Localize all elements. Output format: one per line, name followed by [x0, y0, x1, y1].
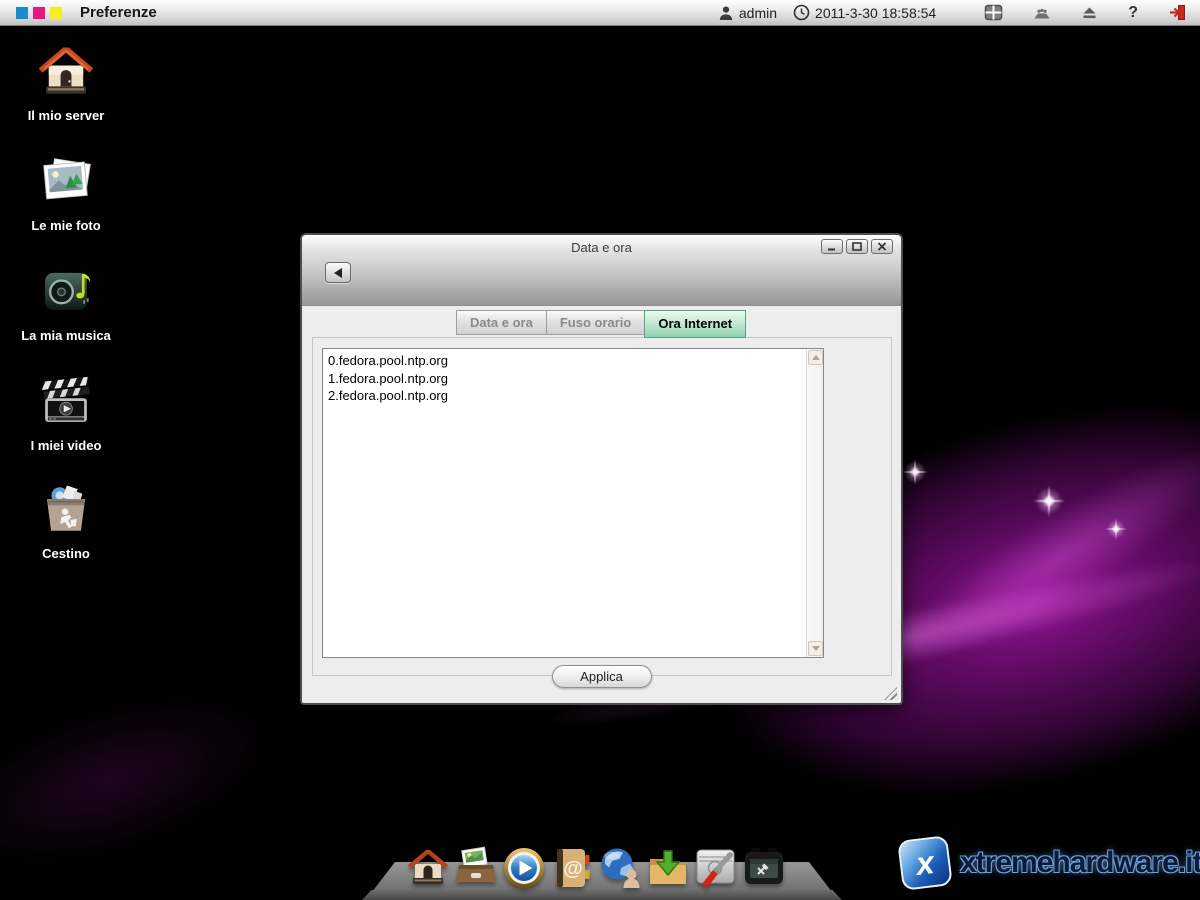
desktop-icon-label: Il mio server: [27, 108, 105, 123]
dock-backup-tools-icon[interactable]: [742, 846, 786, 890]
apply-button[interactable]: Applica: [551, 665, 652, 688]
tab-ora-internet[interactable]: Ora Internet: [644, 310, 747, 338]
desktop-icon-label: Cestino: [42, 546, 90, 561]
dock-toggle-button[interactable]: [1033, 5, 1051, 21]
desktop-icon-my-videos[interactable]: I miei video: [8, 372, 124, 453]
tab-fuso-orario[interactable]: Fuso orario: [545, 310, 646, 335]
dialog-titlebar[interactable]: Data e ora: [302, 235, 901, 306]
logo-letter: x: [913, 843, 936, 882]
ntp-server-list[interactable]: 0.fedora.pool.ntp.org 1.fedora.pool.ntp.…: [322, 348, 824, 658]
list-scrollbar[interactable]: [806, 349, 823, 657]
ntp-server-entry: 1.fedora.pool.ntp.org: [328, 370, 448, 386]
user-menu[interactable]: admin: [718, 5, 777, 21]
xtremehardware-logo-icon: x: [897, 835, 953, 891]
desktop-icon-label: I miei video: [30, 438, 102, 453]
xtremehardware-watermark: x xtremehardware.it: [897, 835, 1200, 891]
date-time-dialog: Data e ora Data e ora Fuso orario Ora In…: [300, 233, 903, 705]
back-arrow-icon: [334, 267, 342, 278]
desktop-icon-label: Le mie foto: [31, 218, 101, 233]
settings-tabbar: Data e ora Fuso orario Ora Internet: [302, 310, 901, 338]
maximize-icon: [852, 242, 862, 251]
page-title: Preferenze: [80, 4, 157, 21]
datetime-text: 2011-3-30 18:58:54: [815, 4, 937, 21]
dock-platform-front: [362, 890, 842, 900]
eject-icon: [1083, 7, 1096, 19]
logout-button[interactable]: [1168, 4, 1186, 21]
magenta-square: [33, 6, 45, 19]
tab-data-e-ora[interactable]: Data e ora: [455, 310, 547, 335]
watermark-text: xtremehardware.it: [960, 846, 1200, 879]
photos-icon: [37, 152, 95, 210]
brand-logo-squares: [16, 6, 62, 19]
dock-icon: [1034, 8, 1050, 18]
dock-downloads-icon[interactable]: [646, 846, 690, 890]
dock-photos-icon[interactable]: [454, 846, 498, 890]
chevron-down-icon: [811, 646, 820, 651]
yellow-square: [50, 6, 62, 19]
window-controls: [821, 239, 893, 254]
window-grid-icon: [984, 4, 1003, 21]
blue-square: [16, 6, 28, 19]
dock: @: [406, 846, 786, 890]
top-menubar: Preferenze admin 2011-3-30 18:58:54 ?: [0, 0, 1200, 26]
trash-icon: [37, 480, 95, 538]
desktop-icon-label: La mia musica: [21, 328, 111, 343]
desktop-icon-my-server[interactable]: Il mio server: [8, 42, 124, 123]
clock-display: 2011-3-30 18:58:54: [793, 4, 936, 21]
desktop-icon-trash[interactable]: Cestino: [8, 480, 124, 561]
videos-icon: [37, 372, 95, 430]
logout-icon: [1170, 5, 1185, 20]
dock-disk-utility-icon[interactable]: [694, 846, 738, 890]
dock-home-icon[interactable]: [406, 846, 450, 890]
back-button[interactable]: [325, 262, 351, 283]
resize-grip[interactable]: [884, 687, 897, 700]
desktop-icon-my-photos[interactable]: Le mie foto: [8, 152, 124, 233]
scroll-up-button[interactable]: [808, 350, 823, 365]
dock-media-player-icon[interactable]: [502, 846, 546, 890]
minimize-icon: [828, 248, 835, 251]
ntp-server-entry: 2.fedora.pool.ntp.org: [328, 388, 448, 403]
sparkle-star: [902, 459, 928, 485]
sparkle-star: [1032, 484, 1066, 518]
dock-network-icon[interactable]: [598, 846, 642, 890]
dock-contacts-icon[interactable]: @: [550, 846, 594, 890]
username: admin: [738, 4, 778, 21]
scroll-down-button[interactable]: [808, 641, 823, 656]
sparkle-star: [1104, 517, 1128, 541]
eject-button[interactable]: [1081, 5, 1098, 20]
chevron-up-icon: [811, 355, 820, 360]
user-icon: [719, 6, 733, 20]
minimize-button[interactable]: [821, 239, 843, 254]
close-button[interactable]: [871, 239, 893, 254]
home-icon: [37, 42, 95, 100]
close-icon: [877, 242, 887, 251]
ntp-server-entry: 0.fedora.pool.ntp.org: [328, 353, 448, 368]
music-icon: [37, 262, 95, 320]
maximize-button[interactable]: [846, 239, 868, 254]
help-button[interactable]: ?: [1128, 4, 1138, 22]
dialog-title: Data e ora: [571, 240, 632, 255]
svg-text:@: @: [563, 858, 583, 880]
show-desktop-button[interactable]: [984, 4, 1003, 21]
clock-icon: [793, 4, 810, 21]
desktop-icon-my-music[interactable]: La mia musica: [8, 262, 124, 343]
